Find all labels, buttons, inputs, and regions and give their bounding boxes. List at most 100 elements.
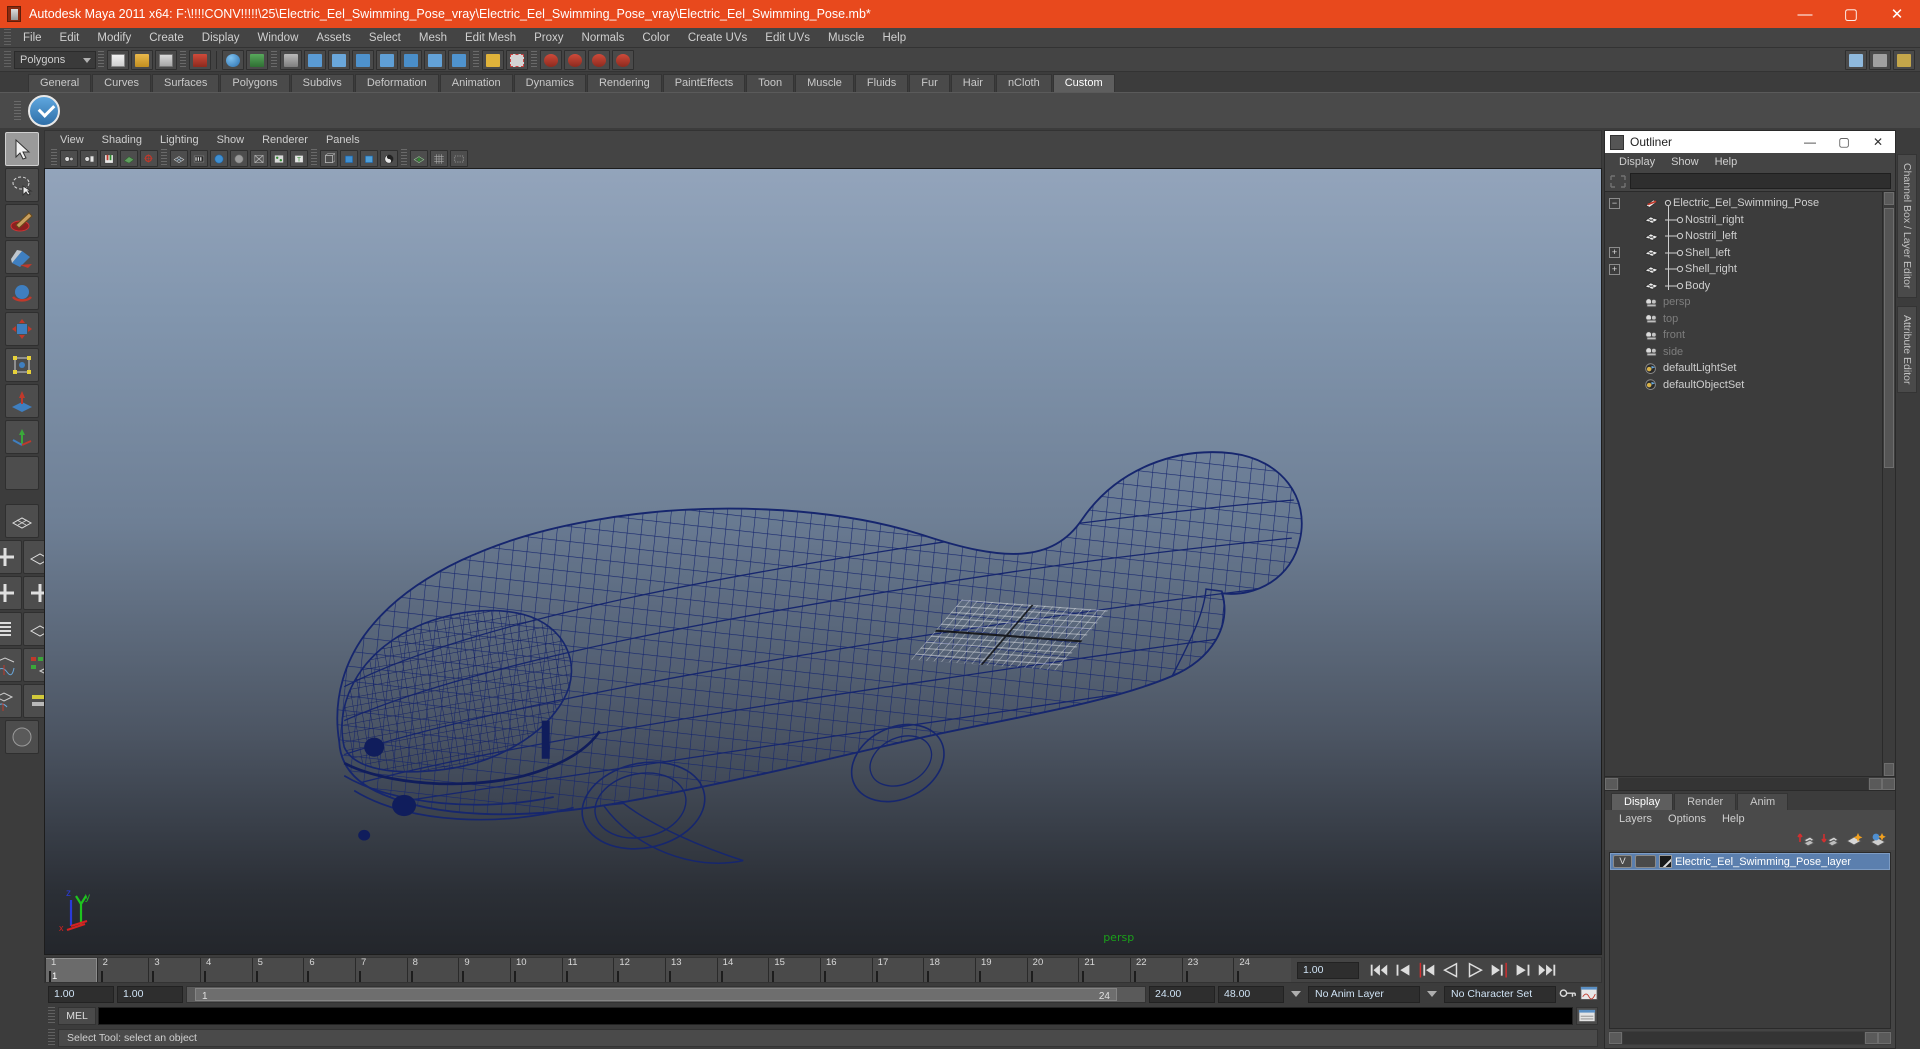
- viewport-menu-lighting[interactable]: Lighting: [151, 133, 208, 147]
- outliner-hscroll-right-button-2[interactable]: [1882, 777, 1895, 790]
- anim-layer-chevron-icon[interactable]: [1291, 991, 1301, 997]
- outliner-item-nostril-right[interactable]: Nostril_right: [1605, 212, 1895, 229]
- toolbar-grip-1[interactable]: [98, 50, 104, 69]
- snap-grid-icon[interactable]: [482, 49, 504, 70]
- time-tick-21[interactable]: 21: [1078, 958, 1130, 982]
- time-tick-14[interactable]: 14: [716, 958, 769, 982]
- time-tick-7[interactable]: 7: [355, 958, 407, 982]
- step-back-frame-button[interactable]: [1392, 961, 1414, 980]
- viewport-menu-renderer[interactable]: Renderer: [253, 133, 317, 147]
- outliner-maximize-button[interactable]: ▢: [1827, 131, 1861, 153]
- xray-display-icon[interactable]: [320, 149, 338, 167]
- layer-row[interactable]: V Electric_Eel_Swimming_Pose_layer: [1610, 853, 1890, 870]
- select-by-hierarchy-icon[interactable]: [189, 49, 211, 70]
- toolbar-grip-2[interactable]: [180, 50, 186, 69]
- outliner-item-defaultlightset[interactable]: defaultLightSet: [1605, 360, 1895, 377]
- outliner-hscroll-left-button[interactable]: [1605, 777, 1618, 790]
- minimize-button[interactable]: —: [1782, 0, 1828, 28]
- vtab-channel-box-layer-editor[interactable]: Channel Box / Layer Editor: [1897, 154, 1917, 298]
- mask-all-icon[interactable]: [280, 49, 302, 70]
- play-backwards-button[interactable]: [1440, 961, 1462, 980]
- outliner-item-shell-left[interactable]: + Shell_left: [1605, 245, 1895, 262]
- shelf-tab-curves[interactable]: Curves: [92, 74, 151, 92]
- wireframe-on-shaded-icon[interactable]: [250, 149, 268, 167]
- outliner-menu-help[interactable]: Help: [1707, 155, 1746, 169]
- shelf-tab-polygons[interactable]: Polygons: [220, 74, 290, 92]
- paint-select-tool-icon[interactable]: [5, 204, 39, 238]
- help-line-grip[interactable]: [48, 1029, 55, 1047]
- select-by-object-type-icon[interactable]: [222, 49, 244, 70]
- camera-attributes-icon[interactable]: [80, 149, 98, 167]
- layer-visibility-toggle[interactable]: V: [1613, 855, 1632, 868]
- viewport-menu-shading[interactable]: Shading: [93, 133, 151, 147]
- perspective-viewport[interactable]: z y x persp: [44, 168, 1602, 955]
- shade-options-icon[interactable]: [340, 149, 358, 167]
- smooth-shade-selected-icon[interactable]: [210, 149, 228, 167]
- toolbar-grip-5[interactable]: [531, 50, 537, 69]
- mask-rendering-icon[interactable]: [448, 49, 470, 70]
- auto-key-icon[interactable]: [1559, 986, 1577, 1002]
- layout-persp-outliner-icon[interactable]: [0, 684, 22, 718]
- outliner-menu-display[interactable]: Display: [1611, 155, 1663, 169]
- layout-four-panes-icon[interactable]: [0, 576, 22, 610]
- render-current-frame-icon[interactable]: [588, 49, 610, 70]
- playback-start-field[interactable]: 1.00: [117, 985, 183, 1003]
- time-tick-1[interactable]: 1: [45, 958, 97, 982]
- layout-single-perspective-icon[interactable]: [5, 504, 39, 538]
- shelf-tab-rendering[interactable]: Rendering: [586, 74, 662, 92]
- show-attribute-editor-icon[interactable]: [1893, 50, 1915, 70]
- menu-select[interactable]: Select: [360, 30, 410, 46]
- outliner-expander-toggle[interactable]: −: [1609, 197, 1620, 209]
- command-line-grip[interactable]: [48, 1007, 55, 1025]
- time-tick-18[interactable]: 18: [923, 958, 975, 982]
- shelf-tab-custom[interactable]: Custom: [1052, 74, 1115, 92]
- current-frame-field[interactable]: 1.00: [1297, 961, 1359, 979]
- shelf-item-checkmark-icon[interactable]: [28, 94, 60, 127]
- menu-grip[interactable]: [4, 28, 11, 47]
- command-language-button[interactable]: MEL: [58, 1007, 96, 1025]
- layer-list-horizontal-scrollbar[interactable]: [1609, 1031, 1891, 1045]
- show-manipulator-tool-icon[interactable]: [5, 420, 39, 454]
- step-forward-frame-button[interactable]: [1512, 961, 1534, 980]
- time-tick-6[interactable]: 6: [303, 958, 355, 982]
- outliner-item-top[interactable]: top: [1605, 311, 1895, 328]
- construction-history-off-icon[interactable]: [564, 49, 586, 70]
- outliner-hscroll-right-button[interactable]: [1869, 777, 1882, 790]
- mask-dynamics-icon[interactable]: [424, 49, 446, 70]
- select-by-component-icon[interactable]: [246, 49, 268, 70]
- layout-outliner-persp-icon[interactable]: [0, 612, 22, 646]
- menu-edit[interactable]: Edit: [51, 30, 89, 46]
- menu-color[interactable]: Color: [633, 30, 678, 46]
- tab-anim[interactable]: Anim: [1737, 793, 1789, 810]
- menu-muscle[interactable]: Muscle: [819, 30, 873, 46]
- character-set-chevron-icon[interactable]: [1427, 991, 1437, 997]
- time-tick-20[interactable]: 20: [1026, 958, 1079, 982]
- menu-file[interactable]: File: [14, 30, 51, 46]
- outliner-item-front[interactable]: front: [1605, 327, 1895, 344]
- twod-pan-zoom-icon[interactable]: [140, 149, 158, 167]
- step-back-key-button[interactable]: [1416, 961, 1438, 980]
- mask-surfaces-icon[interactable]: [376, 49, 398, 70]
- maximize-button[interactable]: ▢: [1828, 0, 1874, 28]
- outliner-horizontal-scrollbar[interactable]: [1605, 776, 1895, 790]
- outliner-expander-toggle[interactable]: +: [1609, 263, 1620, 275]
- mask-curves-icon[interactable]: [352, 49, 374, 70]
- universal-manipulator-icon[interactable]: [5, 348, 39, 382]
- wireframe-shading-icon[interactable]: [170, 149, 188, 167]
- menu-window[interactable]: Window: [248, 30, 307, 46]
- outliner-search-input[interactable]: [1630, 173, 1891, 189]
- move-layer-up-icon[interactable]: [1797, 831, 1815, 847]
- time-tick-22[interactable]: 22: [1130, 958, 1182, 982]
- ipr-render-icon[interactable]: [612, 49, 634, 70]
- step-forward-key-button[interactable]: [1488, 961, 1510, 980]
- outliner-item-body[interactable]: Body: [1605, 278, 1895, 295]
- rotate-tool-icon[interactable]: [5, 276, 39, 310]
- tab-display[interactable]: Display: [1611, 793, 1674, 810]
- create-new-layer-icon[interactable]: [1845, 831, 1863, 847]
- shelf-tab-hair[interactable]: Hair: [950, 74, 995, 92]
- outliner-minimize-button[interactable]: —: [1793, 131, 1827, 153]
- layer-hscroll-track[interactable]: [1623, 1032, 1864, 1044]
- time-tick-13[interactable]: 13: [665, 958, 717, 982]
- outliner-scroll-down-button[interactable]: [1884, 763, 1894, 776]
- layout-two-panes-side-icon[interactable]: [0, 540, 22, 574]
